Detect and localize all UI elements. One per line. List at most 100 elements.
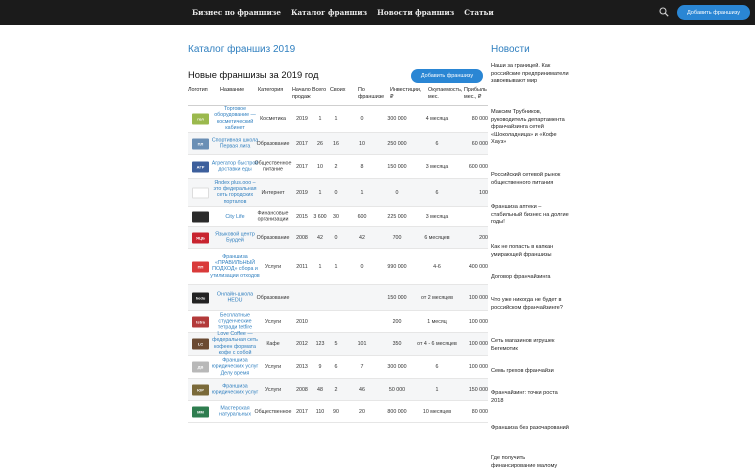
news-item[interactable]: Семь грехов франчайзи [491,368,571,376]
search-icon[interactable] [659,7,669,17]
franchise-category: Услуги [264,386,282,393]
franchise-logo[interactable]: tetra [192,316,209,327]
table-row[interactable]: hedu Онлайн-школа HEDU Образование 150 000 о… [188,285,488,311]
franchise-invest: 990 000 [387,263,407,270]
franchise-logo[interactable]: MM [192,406,209,417]
header-franchise: По франшизе [358,87,385,100]
franchise-invest: 300 000 [387,115,407,122]
franchise-own: 0 [334,234,338,241]
franchise-logo[interactable]: ПЛ [192,138,209,149]
franchise-profit: 100 000 [468,363,488,370]
add-franchise-nav-button[interactable]: Добавить франшизу [677,5,750,20]
franchise-category: Финансовые организации [257,210,289,223]
news-item[interactable]: Договор франчайзинга [491,274,571,282]
add-franchise-button[interactable]: Добавить франшизу [411,69,483,83]
news-item[interactable]: Наши за границей. Как российские предпри… [491,63,571,86]
franchise-own: 1 [334,115,338,122]
franchise-logo-text: ЯЦБ [196,235,205,240]
franchise-profit: 80 000 [471,115,488,122]
table-row[interactable]: гол Торговое оборудование — косметический… [188,106,488,133]
franchise-total: 1 [318,263,322,270]
news-item[interactable]: Как не попасть в капкан умирающей франши… [491,244,571,259]
franchise-logo[interactable]: ПП [192,261,209,272]
franchise-name[interactable]: Франшиза «ПРАВИЛЬНЫЙ ПОДХОД» сбора и ути… [210,254,260,280]
franchise-logo[interactable] [192,187,209,198]
franchise-start: 2017 [296,408,308,415]
franchise-name[interactable]: Спортивная школа Первая лига [210,137,260,150]
franchise-own: 1 [334,263,338,270]
franchise-name[interactable]: Мастерская натуральных [210,405,260,418]
franchise-name[interactable]: Языковой центр Бурдей [210,231,260,244]
news-item[interactable]: Российский сетевой рынок общественного п… [491,172,571,187]
franchise-total: 1 [318,115,322,122]
franchise-total: 1 [318,189,322,196]
news-item[interactable]: Франшиза аптеки – стабильный бизнес на д… [491,204,571,227]
franchise-invest: 700 [392,234,402,241]
table-row[interactable]: ДВ Франшиза юридических услуг Делу время У… [188,356,488,379]
franchise-own: 5 [334,340,338,347]
franchise-logo[interactable]: АГР [192,161,209,172]
franchise-category: Общественное питание [254,160,292,173]
franchise-start: 2015 [296,213,308,220]
franchise-invest: 350 [392,340,402,347]
franchise-name[interactable]: Агрегатор быстрой доставки еды [210,160,260,173]
table-row[interactable]: MM Мастерская натуральных Общественное 2017… [188,401,488,423]
franchise-profit: 200 [479,234,488,241]
nav-link-news[interactable]: Новости франшиз [377,8,454,17]
table-row[interactable]: ПП Франшиза «ПРАВИЛЬНЫЙ ПОДХОД» сбора и у… [188,249,488,285]
table-row[interactable]: ПЛ Спортивная школа Первая лига Образовани… [188,133,488,155]
nav-link-articles[interactable]: Статьи [464,8,494,17]
franchise-profit: 60 000 [471,140,488,147]
table-header: Логотип Название Категория Начало продаж… [188,84,488,106]
franchise-total: 10 [317,163,323,170]
nav-links: Бизнес по франшизе Каталог франшиз Новос… [192,0,494,25]
franchise-logo[interactable]: hedu [192,292,209,303]
franchise-logo-text: гол [197,116,204,122]
franchise-start: 2008 [296,234,308,241]
header-invest: Инвестиции, ₽ [390,87,422,100]
franchise-name[interactable]: Онлайн-школа HEDU [210,291,260,304]
nav-link-business[interactable]: Бизнес по франшизе [192,8,281,17]
franchise-own: 16 [333,140,339,147]
franchise-count: 10 [359,140,365,147]
franchise-total: 123 [315,340,325,347]
news-item[interactable]: Франшиза без разочарований [491,425,571,433]
franchise-own: 6 [334,363,338,370]
news-item[interactable]: Максим Трубников, руководитель департаме… [491,109,571,147]
franchise-logo[interactable]: ЮР [192,384,209,395]
franchise-name[interactable]: Франшиза юридических услуг [210,383,260,396]
table-row[interactable]: City Life Финансовые организации 2015 3 600… [188,207,488,227]
franchise-logo[interactable]: ЯЦБ [192,232,209,243]
franchise-name[interactable]: Яndex plus.ooo – это федеральная сеть го… [210,180,260,206]
franchise-name[interactable]: Love Coffee — федеральная сеть кофеен фо… [210,331,260,357]
franchise-count: 600 [357,213,367,220]
franchise-name[interactable]: Торговое оборудование — косметический ка… [210,106,260,132]
table-row[interactable]: LC Love Coffee — федеральная сеть кофеен … [188,331,488,357]
franchise-invest: 150 000 [387,294,407,301]
franchise-logo[interactable]: LC [192,338,209,350]
franchise-logo[interactable] [192,211,209,222]
table-row[interactable]: ЯЦБ Языковой центр Бурдей Образование 2008 4… [188,227,488,249]
franchise-logo[interactable]: гол [192,113,209,125]
franchise-name[interactable]: City Life [210,213,260,219]
franchise-invest: 150 000 [387,163,407,170]
news-item[interactable]: Франчайзинг: точки роста 2018 [491,390,571,405]
franchise-profit: 100 000 [468,340,488,347]
franchise-name[interactable]: Франшиза юридических услуг Делу время [210,357,260,376]
franchise-logo[interactable]: ДВ [192,361,209,373]
franchise-start: 2019 [296,189,308,196]
franchise-invest: 200 [392,318,402,325]
news-item[interactable]: Что уже никогда не будет в российском фр… [491,297,571,312]
nav-link-catalog[interactable]: Каталог франшиз [291,8,367,17]
table-row[interactable]: Яndex plus.ooo – это федеральная сеть го… [188,179,488,207]
franchise-logo-text: LC [197,341,204,347]
table-row[interactable]: АГР Агрегатор быстрой доставки еды Обществ… [188,155,488,179]
news-item[interactable]: Где получить финансирование малому [491,455,571,470]
franchise-invest: 800 000 [387,408,407,415]
franchise-name[interactable]: Бесплатные студенческие тетради tetfire [210,312,260,331]
table-row[interactable]: tetra Бесплатные студенческие тетради tet… [188,311,488,333]
table-row[interactable]: ЮР Франшиза юридических услуг Услуги 2008 48… [188,379,488,401]
franchise-total: 9 [318,363,322,370]
news-item[interactable]: Сеть магазинов игрушек Бегемотик [491,338,571,353]
franchise-own: 30 [333,213,339,220]
